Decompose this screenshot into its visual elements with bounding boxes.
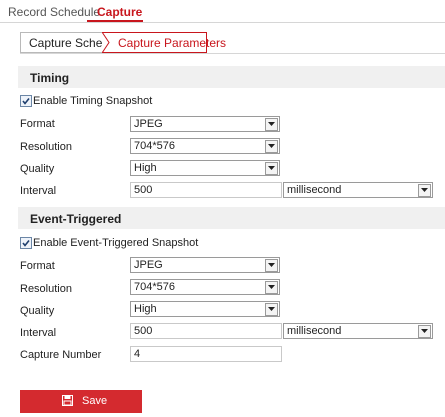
chevron-down-icon <box>265 140 278 153</box>
tab-arrow-divider-icon <box>102 32 110 53</box>
timing-format-value: JPEG <box>134 118 163 130</box>
capture-number-label: Capture Number <box>20 349 102 361</box>
event-interval-unit-select[interactable]: millisecond <box>283 323 433 339</box>
timing-resolution-label: Resolution <box>20 141 72 153</box>
tab-capture[interactable]: Capture <box>97 5 142 19</box>
enable-timing-label: Enable Timing Snapshot <box>33 95 153 107</box>
active-tab-underline <box>87 20 143 22</box>
save-disk-icon <box>62 395 73 406</box>
event-resolution-select[interactable]: 704*576 <box>130 279 280 295</box>
chevron-down-icon <box>418 184 431 197</box>
event-quality-value: High <box>134 303 157 315</box>
event-quality-select[interactable]: High <box>130 301 280 317</box>
timing-resolution-select[interactable]: 704*576 <box>130 138 280 154</box>
timing-heading: Timing <box>30 71 70 85</box>
chevron-down-icon <box>265 281 278 294</box>
checkmark-icon <box>22 240 30 247</box>
timing-section-header: Timing <box>18 66 445 88</box>
timing-quality-label: Quality <box>20 163 55 175</box>
enable-timing-checkbox[interactable] <box>20 95 32 107</box>
timing-resolution-value: 704*576 <box>134 140 175 152</box>
timing-interval-unit-value: millisecond <box>287 184 342 196</box>
chevron-down-icon <box>265 259 278 272</box>
event-format-select[interactable]: JPEG <box>130 257 280 273</box>
tab-record-schedule[interactable]: Record Schedule <box>8 5 100 19</box>
timing-interval-label: Interval <box>20 185 57 197</box>
save-button[interactable]: Save <box>20 390 142 413</box>
timing-interval-input[interactable]: 500 <box>130 182 282 198</box>
event-heading: Event-Triggered <box>30 212 122 226</box>
sub-tab-divider <box>20 53 445 54</box>
event-resolution-label: Resolution <box>20 283 72 295</box>
timing-format-label: Format <box>20 118 55 130</box>
event-resolution-value: 704*576 <box>134 281 175 293</box>
checkmark-icon <box>22 98 30 105</box>
chevron-down-icon <box>265 303 278 316</box>
event-interval-value: 500 <box>134 325 153 337</box>
enable-event-checkbox[interactable] <box>20 237 32 249</box>
top-tab-bar: Record Schedule Capture <box>0 0 445 23</box>
capture-number-input[interactable]: 4 <box>130 346 282 362</box>
event-format-label: Format <box>20 260 55 272</box>
timing-format-select[interactable]: JPEG <box>130 116 280 132</box>
event-interval-input[interactable]: 500 <box>130 323 282 339</box>
event-section-header: Event-Triggered <box>18 207 445 229</box>
chevron-down-icon <box>418 325 431 338</box>
timing-quality-select[interactable]: High <box>130 160 280 176</box>
save-button-label: Save <box>82 395 108 407</box>
event-format-value: JPEG <box>134 259 163 271</box>
chevron-down-icon <box>265 162 278 175</box>
enable-event-label: Enable Event-Triggered Snapshot <box>33 237 199 249</box>
event-quality-label: Quality <box>20 305 55 317</box>
event-interval-unit-value: millisecond <box>287 325 342 337</box>
capture-number-value: 4 <box>134 348 141 360</box>
timing-quality-value: High <box>134 162 157 174</box>
timing-interval-value: 500 <box>134 184 153 196</box>
tab-capture-parameters-label: Capture Parameters <box>118 36 227 50</box>
timing-interval-unit-select[interactable]: millisecond <box>283 182 433 198</box>
event-interval-label: Interval <box>20 327 57 339</box>
chevron-down-icon <box>265 118 278 131</box>
tab-capture-schedule[interactable]: Capture Schedule <box>20 32 125 53</box>
tab-capture-parameters[interactable]: Capture Parameters <box>102 32 226 53</box>
sub-tab-bar: Capture Schedule Capture Parameters <box>20 32 226 53</box>
